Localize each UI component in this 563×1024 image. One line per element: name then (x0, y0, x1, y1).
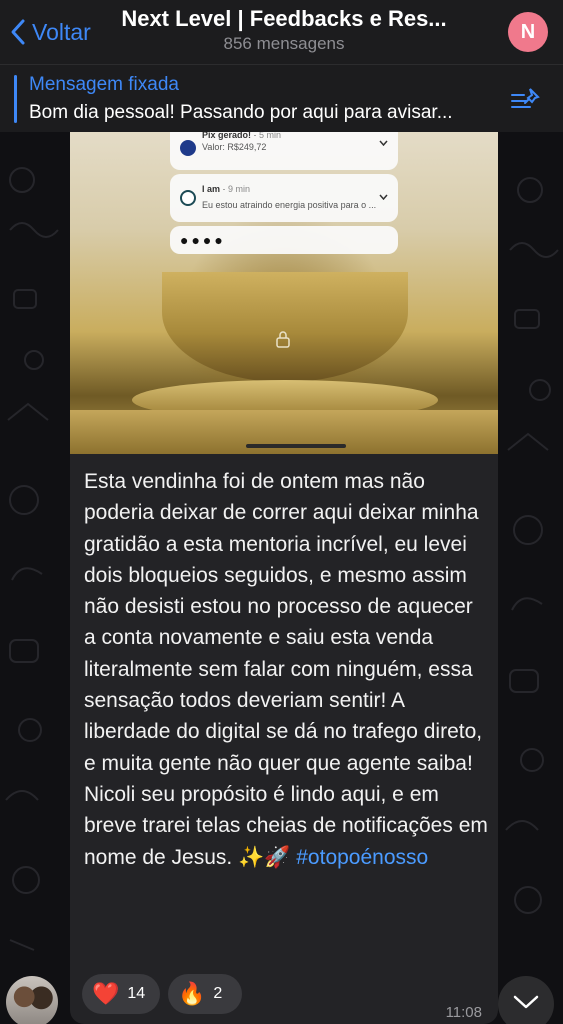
pix-app-icon (180, 140, 196, 156)
passcode-field: ●●●● (170, 226, 398, 254)
chevron-down-icon (379, 194, 388, 200)
back-button[interactable]: Voltar (10, 14, 91, 50)
pinned-label: Mensagem fixada (29, 74, 179, 95)
sender-avatar[interactable] (6, 976, 58, 1024)
reaction-count: 14 (127, 985, 146, 1002)
scroll-to-bottom-button[interactable] (498, 976, 554, 1024)
message-bubble[interactable]: Pix gerado! · 5 min Valor: R$249,72 I am… (70, 132, 498, 1024)
chat-header: Voltar Next Level | Feedbacks e Res... 8… (0, 0, 563, 64)
notification-header: Pix gerado! · 5 min (202, 132, 282, 140)
photo-notification-pix: Pix gerado! · 5 min Valor: R$249,72 (170, 132, 398, 170)
notification-body: Valor: R$249,72 (202, 142, 267, 152)
chevron-down-icon (513, 995, 539, 1009)
chat-screen: Voltar Next Level | Feedbacks e Res... 8… (0, 0, 563, 1024)
pinned-list-icon[interactable] (510, 85, 542, 113)
pinned-message-bar[interactable]: Mensagem fixada Bom dia pessoal! Passand… (0, 64, 563, 132)
message-caption: Esta vendinha foi de ontem mas não poder… (84, 466, 488, 873)
reaction-heart[interactable]: ❤️ 14 (82, 974, 160, 1014)
pinned-indicator (14, 75, 17, 123)
message-photo[interactable]: Pix gerado! · 5 min Valor: R$249,72 I am… (70, 132, 498, 454)
chat-title: Next Level | Feedbacks e Res... (121, 6, 447, 31)
caption-emoji: ✨🚀 (238, 845, 291, 869)
chat-title-block[interactable]: Next Level | Feedbacks e Res... 856 mens… (100, 6, 468, 54)
message-time: 11:08 (445, 1004, 482, 1021)
fire-icon: 🔥 (178, 981, 206, 1006)
back-label: Voltar (32, 18, 91, 45)
message-count: 856 mensagens (223, 34, 345, 53)
reaction-count: 2 (213, 985, 223, 1002)
home-indicator (246, 444, 346, 448)
pinned-text: Bom dia pessoal! Passando por aqui para … (29, 102, 453, 123)
reaction-fire[interactable]: 🔥 2 (168, 974, 242, 1014)
chevron-left-icon (11, 19, 25, 45)
chevron-down-icon (379, 140, 388, 146)
lock-icon (276, 331, 290, 348)
notification-body: Eu estou atraindo energia positiva para … (202, 200, 377, 210)
iam-app-icon (180, 190, 196, 206)
avatar-letter: N (520, 20, 536, 43)
group-avatar[interactable]: N (508, 12, 548, 52)
photo-notification-iam: I am · 9 min Eu estou atraindo energia p… (170, 174, 398, 222)
heart-icon: ❤️ (92, 981, 120, 1006)
passcode-dots: ●●●● (180, 232, 226, 248)
caption-text: Esta vendinha foi de ontem mas não poder… (84, 470, 488, 869)
reactions-row: ❤️ 14 🔥 2 (82, 974, 242, 1014)
notification-header: I am · 9 min (202, 184, 251, 194)
hashtag-link[interactable]: #otopoénosso (296, 846, 428, 869)
